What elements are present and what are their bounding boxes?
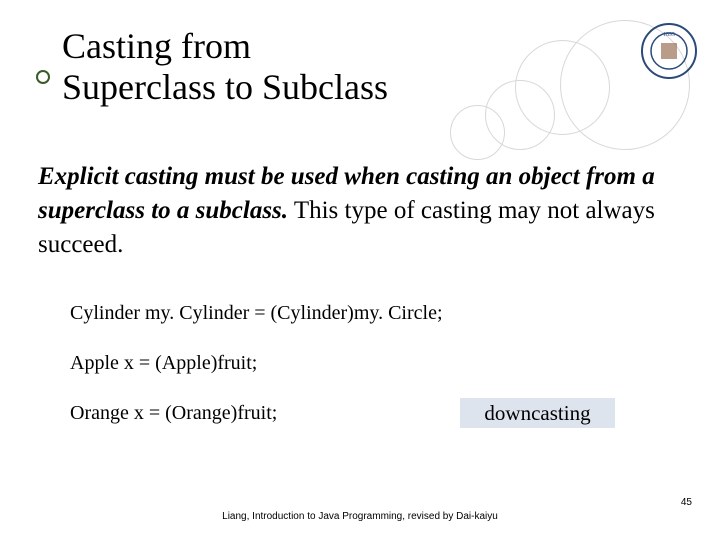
university-logo-icon: 1895 <box>640 22 698 80</box>
slide-title: Casting from Superclass to Subclass <box>62 26 388 109</box>
svg-text:1895: 1895 <box>663 32 675 38</box>
code-line-1: Cylinder my. Cylinder = (Cylinder)my. Ci… <box>70 302 443 325</box>
title-bullet-icon <box>36 70 50 84</box>
page-number: 45 <box>681 497 692 508</box>
code-line-2: Apple x = (Apple)fruit; <box>70 352 257 375</box>
code-line-3: Orange x = (Orange)fruit; <box>70 402 277 425</box>
footer-citation: Liang, Introduction to Java Programming,… <box>0 511 720 522</box>
title-line-2: Superclass to Subclass <box>62 67 388 107</box>
body-paragraph: Explicit casting must be used when casti… <box>38 160 678 261</box>
title-line-1: Casting from <box>62 26 251 66</box>
downcasting-label: downcasting <box>460 398 615 428</box>
